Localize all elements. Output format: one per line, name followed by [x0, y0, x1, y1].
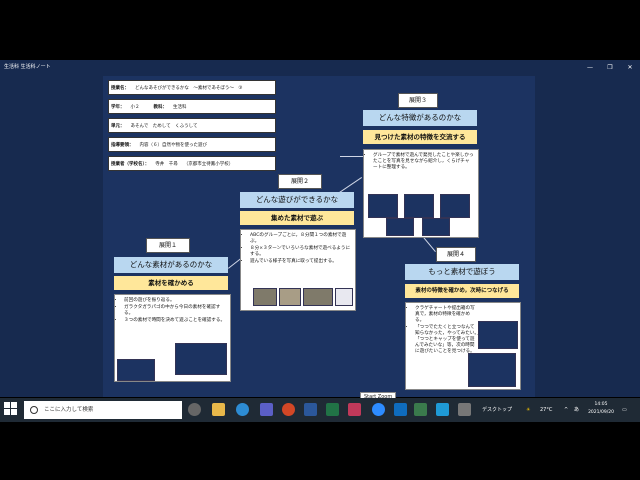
stage4-card[interactable]: クラゲチャートや提出箱の写真で，素材の特徴を確かめる。 「つつでたたくと立つなん…	[405, 302, 521, 390]
teams-icon[interactable]	[260, 403, 273, 416]
stage1-bullets: 前回の遊びを振り返る。 ガラクタガラパゴの中から今日の素材を確認する。 ３つの素…	[124, 298, 226, 324]
stage4-chart-zoom	[468, 353, 516, 387]
unit-value: あそんで ためして くふうして	[130, 123, 198, 129]
list-item: 「つつでたたくと立つなんて知らなかった，やってみたい。」「つつとキャップを使って…	[415, 325, 479, 355]
info-row-unit[interactable]: 単元： あそんで ためして くふうして	[108, 118, 276, 133]
clock-time: 14:05	[594, 402, 608, 407]
file-explorer-icon[interactable]	[212, 403, 225, 416]
powerpoint-icon[interactable]	[282, 403, 295, 416]
list-item: ８分×３ターンでいろいろな素材で遊べるようにする。	[250, 246, 351, 258]
minimize-button[interactable]: —	[580, 60, 600, 75]
edge-icon[interactable]	[236, 403, 249, 416]
search-icon	[30, 406, 38, 414]
title-bar: 生活科 生活科ノート — ❐ ✕	[0, 60, 640, 75]
stage1-label: 展開１	[146, 238, 190, 253]
lesson-title-label: 授業名：	[111, 85, 129, 91]
list-item: グループで素材で遊んで発見したことや楽しかったことを写真を見せながら紹介し，くら…	[373, 153, 474, 171]
lesson-title: どんなあそびができるかな ～素材であそぼう～ ③	[135, 85, 243, 91]
stage2-heading[interactable]: どんな遊びができるかな	[240, 192, 354, 208]
stage3-chart-4	[386, 218, 414, 236]
stage3-label: 展開３	[398, 93, 438, 108]
clock-date: 2021/09/20	[588, 410, 614, 415]
stage2-bullets: ABCのグループごとに，８分間１つの素材で遊ぶ。 ８分×３ターンでいろいろな素材…	[250, 233, 351, 265]
stage2-label: 展開２	[278, 174, 322, 189]
info-row-guideline[interactable]: 指導要領： 内容（６）自然や物を使った遊び	[108, 137, 276, 152]
teacher-label: 授業者（学校名）：	[111, 161, 150, 167]
maximize-button[interactable]: ❐	[600, 60, 620, 75]
stage3-chart-5	[422, 218, 450, 236]
tray-chevron-icon[interactable]: ^	[564, 398, 568, 422]
zoom-icon[interactable]	[372, 403, 385, 416]
stage3-bullets: グループで素材で遊んで発見したことや楽しかったことを写真を見せながら紹介し，くら…	[373, 153, 474, 171]
stage1-diagram-thumbnail	[175, 343, 227, 375]
list-item: 遊んでいる様子を写真に取って提出する。	[250, 259, 351, 265]
connector-info	[340, 156, 364, 157]
calendar-app-icon[interactable]	[348, 403, 361, 416]
taskbar: ここに入力して検索 デスクトップ ☀ 27°C ^ あ 14:05 2021/0…	[0, 398, 640, 422]
stage1-card[interactable]: 前回の遊びを振り返る。 ガラクタガラパゴの中から今日の素材を確認する。 ３つの素…	[114, 294, 231, 382]
windows-start-icon[interactable]	[4, 402, 18, 416]
stage4-jellyfish-chart	[478, 321, 518, 349]
screen: 生活科 生活科ノート — ❐ ✕ 授業名： どんなあそびができるかな ～素材であ…	[0, 0, 640, 480]
cortana-icon[interactable]	[188, 403, 201, 416]
subject-label: 教科：	[153, 104, 168, 110]
subject-value: 生活科	[173, 104, 187, 110]
stage3-chart-1	[368, 194, 398, 218]
guideline-label: 指導要領：	[111, 142, 134, 148]
stage2-photo-4	[335, 288, 353, 306]
taskbar-search-input[interactable]: ここに入力して検索	[24, 401, 182, 419]
notification-icon[interactable]: ▭	[622, 398, 627, 422]
stage3-card[interactable]: グループで素材で遊んで発見したことや楽しかったことを写真を見せながら紹介し，くら…	[363, 149, 479, 238]
close-button[interactable]: ✕	[620, 60, 640, 75]
gear-icon[interactable]	[458, 403, 471, 416]
stage4-subheading[interactable]: 素材の特徴を確かめ，次時につなげる	[405, 284, 519, 298]
stage1-heading[interactable]: どんな素材があるのかな	[114, 257, 228, 273]
guideline-value: 内容（６）自然や物を使った遊び	[139, 142, 208, 148]
stage2-card[interactable]: ABCのグループごとに，８分間１つの素材で遊ぶ。 ８分×３ターンでいろいろな素材…	[240, 229, 356, 311]
window-controls: — ❐ ✕	[580, 60, 640, 75]
stage4-bullets: クラゲチャートや提出箱の写真で，素材の特徴を確かめる。 「つつでたたくと立つなん…	[415, 306, 479, 355]
note-app-icon[interactable]	[414, 403, 427, 416]
list-item: ３つの素材で時間を決めて遊ぶことを確認する。	[124, 318, 226, 324]
list-item: ABCのグループごとに，８分間１つの素材で遊ぶ。	[250, 233, 351, 245]
stage2-photo-3	[303, 288, 333, 306]
stage3-heading[interactable]: どんな特徴があるのかな	[363, 110, 477, 126]
search-placeholder: ここに入力して検索	[44, 407, 94, 413]
list-item: クラゲチャートや提出箱の写真で，素材の特徴を確かめる。	[415, 306, 479, 324]
weather-sun-icon[interactable]: ☀	[526, 398, 530, 422]
lesson-info-table: 授業名： どんなあそびができるかな ～素材であそぼう～ ③ 学年： 小２ 教科：…	[108, 80, 276, 175]
stage2-photo-2	[279, 288, 301, 306]
stage1-thumbnail	[117, 359, 155, 381]
stage4-heading[interactable]: もっと素材で遊ぼう	[405, 264, 519, 280]
stage3-chart-2	[404, 194, 434, 218]
stage3-subheading[interactable]: 見つけた素材の特徴を交流する	[363, 130, 477, 144]
word-icon[interactable]	[304, 403, 317, 416]
window-title: 生活科 生活科ノート	[4, 64, 51, 70]
temperature[interactable]: 27°C	[540, 398, 552, 422]
list-item: 前回の遊びを振り返る。	[124, 298, 226, 304]
store-icon[interactable]	[436, 403, 449, 416]
school-value: （京都市立待鳳小学校）	[183, 161, 234, 167]
info-row-lesson[interactable]: 授業名： どんなあそびができるかな ～素材であそぼう～ ③	[108, 80, 276, 95]
teacher-value: 寺井 千尋	[155, 161, 178, 167]
excel-icon[interactable]	[326, 403, 339, 416]
stage2-subheading[interactable]: 集めた素材で遊ぶ	[240, 211, 354, 225]
ime-indicator[interactable]: あ	[574, 398, 579, 422]
info-row-grade[interactable]: 学年： 小２ 教科： 生活科	[108, 99, 276, 114]
unit-label: 単元：	[111, 123, 125, 129]
grade-value: 小２	[130, 104, 140, 110]
stage1-subheading[interactable]: 素材を確かめる	[114, 276, 228, 290]
outlook-icon[interactable]	[394, 403, 407, 416]
stage3-chart-3	[440, 194, 470, 218]
stage4-label: 展開４	[436, 247, 476, 262]
taskbar-clock[interactable]: 14:05 2021/09/20	[588, 401, 614, 417]
desktop-label[interactable]: デスクトップ	[482, 398, 512, 422]
list-item: ガラクタガラパゴの中から今日の素材を確認する。	[124, 305, 226, 317]
grade-label: 学年：	[111, 104, 125, 110]
stage2-photo-1	[253, 288, 277, 306]
info-row-teacher[interactable]: 授業者（学校名）： 寺井 千尋 （京都市立待鳳小学校）	[108, 156, 276, 171]
